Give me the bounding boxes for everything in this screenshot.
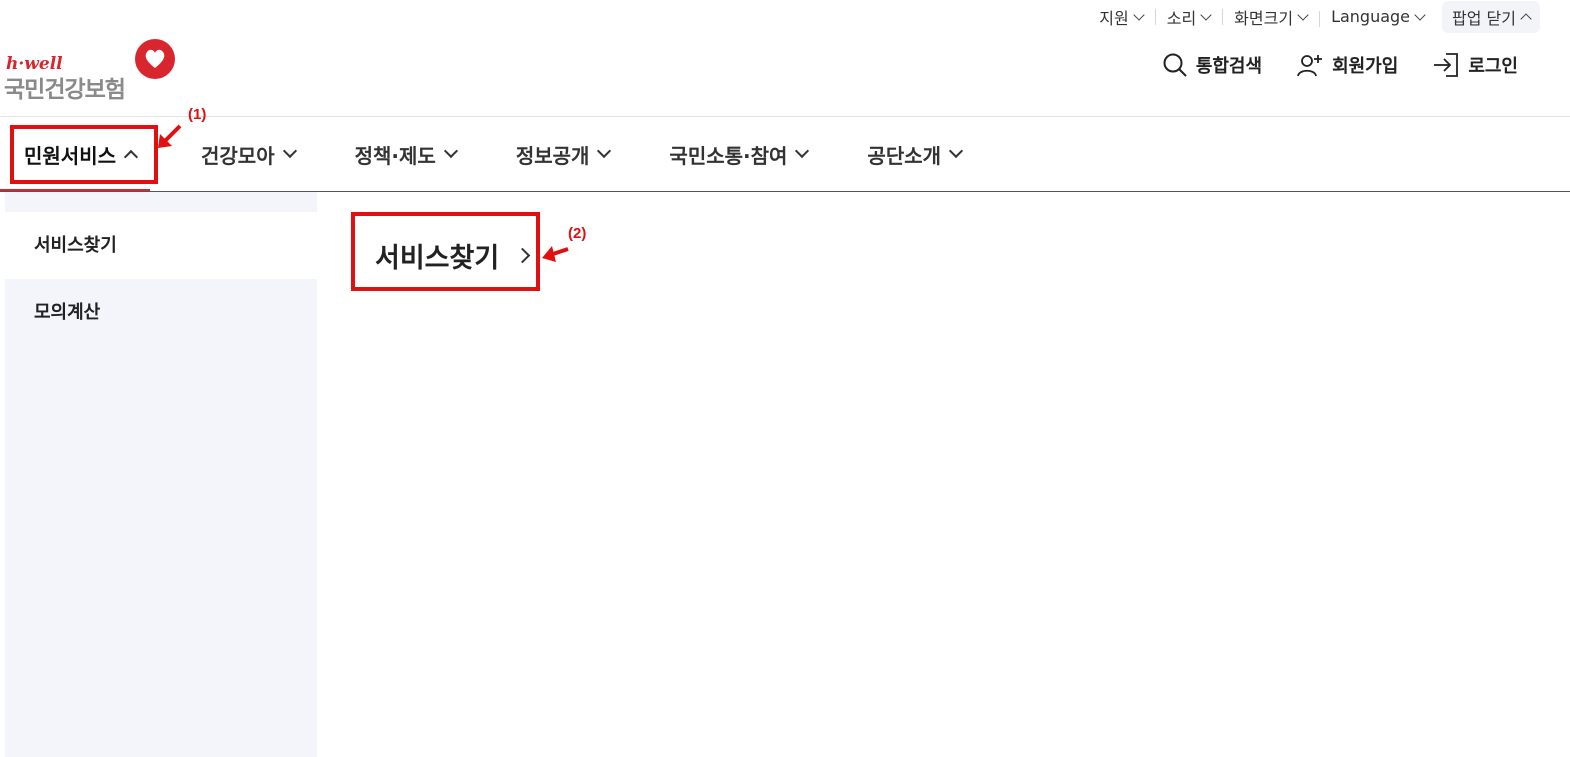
search-icon xyxy=(1163,53,1187,77)
annotation-label-1: (1) xyxy=(188,106,207,123)
logo-name: 국민건강보험 xyxy=(4,77,126,103)
close-popup-button[interactable]: 팝업 닫기 xyxy=(1442,0,1540,33)
nav-label: 국민소통·참여 xyxy=(669,143,788,168)
submenu-panel: 서비스찾기 모의계산 xyxy=(5,192,317,757)
support-menu[interactable]: 지원 xyxy=(1087,5,1154,29)
header-actions: 통합검색 회원가입 로그인 xyxy=(1128,52,1518,78)
nav-label: 정책·제도 xyxy=(354,143,436,168)
nav-participation[interactable]: 국민소통·참여 xyxy=(669,117,810,191)
sound-label: 소리 xyxy=(1166,8,1197,28)
nav-label: 정보공개 xyxy=(515,143,590,168)
nav-label: 건강모아 xyxy=(201,143,275,168)
support-label: 지원 xyxy=(1099,8,1129,28)
close-popup-label: 팝업 닫기 xyxy=(1452,8,1516,28)
join-button[interactable]: 회원가입 xyxy=(1296,52,1398,78)
chevron-down-icon xyxy=(948,143,964,159)
annotation-arrow-1-icon xyxy=(158,124,182,148)
chevron-down-icon xyxy=(443,143,458,159)
annotation-box-2 xyxy=(351,212,540,291)
annotation-box-1 xyxy=(10,125,158,184)
chevron-down-icon xyxy=(1297,8,1309,21)
search-label: 통합검색 xyxy=(1195,56,1263,77)
chevron-down-icon xyxy=(1414,8,1426,21)
login-button[interactable]: 로그인 xyxy=(1432,52,1518,78)
font-size-label: 화면크기 xyxy=(1234,8,1294,28)
nav-about[interactable]: 공단소개 xyxy=(867,117,964,191)
chevron-down-icon xyxy=(1133,8,1145,21)
nav-policy[interactable]: 정책·제도 xyxy=(354,117,458,191)
join-label: 회원가입 xyxy=(1332,56,1399,77)
language-label: Language xyxy=(1331,7,1411,26)
heart-logo-icon xyxy=(135,39,175,79)
submenu-item-find-service[interactable]: 서비스찾기 xyxy=(5,212,317,279)
submenu-item-mock-calc[interactable]: 모의계산 xyxy=(5,279,317,346)
nav-label: 공단소개 xyxy=(867,143,942,168)
utility-bar: 지원 소리 화면크기 Language 팝업 닫기 xyxy=(1087,0,1540,33)
login-icon xyxy=(1434,53,1459,77)
nav-disclosure[interactable]: 정보공개 xyxy=(515,117,612,191)
site-logo[interactable]: h·well 국민건강보험 xyxy=(4,38,179,103)
language-menu[interactable]: Language xyxy=(1319,7,1436,27)
add-user-icon xyxy=(1297,55,1323,77)
chevron-up-icon xyxy=(1520,12,1532,25)
chevron-down-icon xyxy=(597,143,612,159)
chevron-down-icon xyxy=(282,143,297,159)
font-size-menu[interactable]: 화면크기 xyxy=(1222,5,1319,29)
annotation-arrow-2-icon xyxy=(542,246,569,262)
nav-health-collection[interactable]: 건강모아 xyxy=(201,117,297,191)
chevron-down-icon xyxy=(1200,8,1212,21)
search-button[interactable]: 통합검색 xyxy=(1162,52,1262,78)
login-label: 로그인 xyxy=(1468,56,1518,77)
annotation-label-2: (2) xyxy=(568,225,587,242)
chevron-down-icon xyxy=(795,143,810,159)
sound-menu[interactable]: 소리 xyxy=(1154,5,1222,29)
